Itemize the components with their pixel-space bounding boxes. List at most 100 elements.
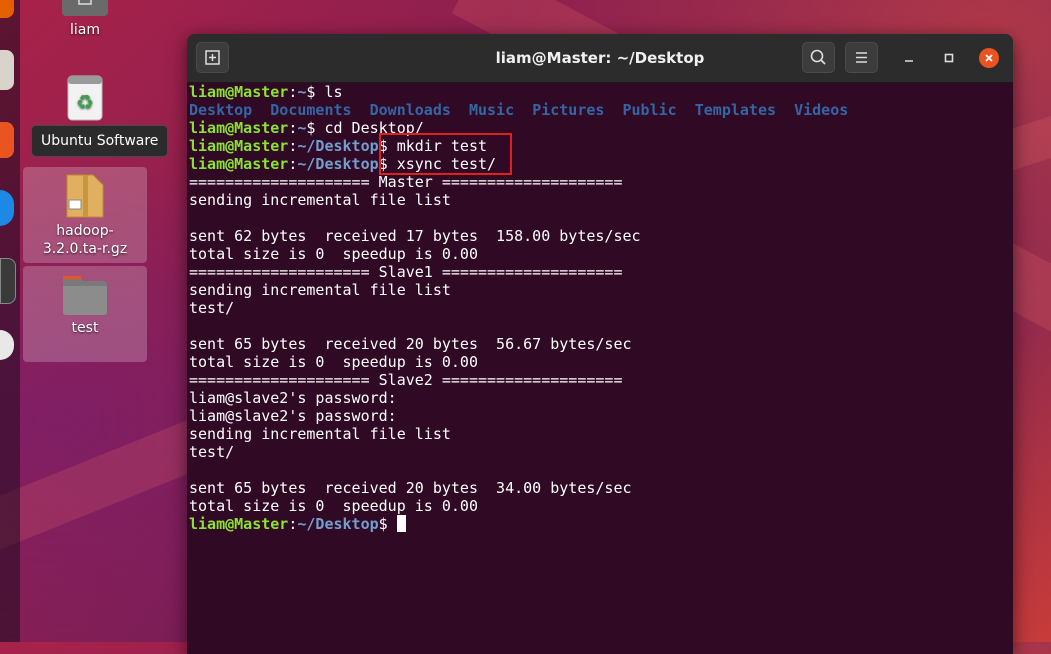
terminal-text: total size is 0 speedup is 0.00 [189,497,478,515]
home-folder-icon [62,0,108,16]
terminal-text: sending incremental file list [189,281,451,299]
minimize-icon [905,60,913,62]
terminal-text: Documents [270,101,352,119]
terminal-text: total size is 0 speedup is 0.00 [189,245,478,263]
terminal-text: total size is 0 speedup is 0.00 [189,353,478,371]
terminal-line: Desktop Documents Downloads Music Pictur… [189,101,1013,119]
archive-icon [66,174,104,218]
terminal-text: Public [622,101,677,119]
terminal-text: Music [468,101,515,119]
terminal-dock-icon[interactable] [0,258,16,304]
terminal-line: liam@Master:~/Desktop$ mkdir test [189,137,1013,155]
terminal-text: liam@Master [189,83,289,101]
help-icon[interactable] [0,190,14,226]
terminal-text: ==================== Slave1 ============… [189,263,623,281]
terminal-text: liam@slave2's password: [189,389,397,407]
terminal-text: $ ls [306,83,343,101]
terminal-text: liam@Master [189,515,289,533]
terminal-text: Pictures [532,101,605,119]
desktop-icon-test-folder[interactable]: test [23,266,147,362]
hamburger-icon [856,52,867,63]
terminal-line: sent 65 bytes received 20 bytes 56.67 by… [189,335,1013,353]
window-title: liam@Master: ~/Desktop [495,49,705,67]
text-cursor [396,515,406,532]
terminal-line: test/ [189,443,1013,461]
files-icon[interactable] [0,50,14,90]
terminal-text: sent 65 bytes received 20 bytes 34.00 by… [189,479,632,497]
terminal-text: Videos [794,101,849,119]
terminal-text: liam@Master [189,155,289,173]
search-icon [810,49,826,65]
maximize-button[interactable] [939,48,959,68]
terminal-text: liam@Master [189,119,289,137]
terminal-text: test/ [189,443,235,461]
terminal-line: sending incremental file list [189,425,1013,443]
terminal-line: ==================== Master ============… [189,173,1013,191]
annotation-highlight-box [379,133,512,175]
terminal-line: sending incremental file list [189,281,1013,299]
terminal-window[interactable]: liam@Master: ~/Desktop liam@Master:~$ ls… [187,34,1013,654]
terminal-text: ~/Desktop [297,137,379,155]
firefox-icon[interactable] [0,0,14,18]
terminal-line: liam@Master:~/Desktop$ xsync test/ [189,155,1013,173]
terminal-line: total size is 0 speedup is 0.00 [189,497,1013,515]
menu-button[interactable] [845,42,878,73]
terminal-text: $ [378,515,397,533]
desktop-icon-home[interactable]: liam [23,0,147,38]
terminal-line: liam@slave2's password: [189,407,1013,425]
terminal-line: liam@Master:~$ ls [189,83,1013,101]
disc-icon[interactable] [0,330,14,360]
terminal-line: total size is 0 speedup is 0.00 [189,353,1013,371]
desktop-icon-label: liam [70,22,100,38]
terminal-line: sending incremental file list [189,191,1013,209]
terminal-text: liam@Master [189,137,289,155]
terminal-text: ~/Desktop [297,515,379,533]
desktop-icon-archive[interactable]: hadoop-3.2.0.ta-r.gz [23,167,147,263]
terminal-line: test/ [189,299,1013,317]
terminal-text: Templates [694,101,777,119]
maximize-icon [944,53,954,63]
terminal-output[interactable]: liam@Master:~$ ls Desktop Documents Downl… [189,83,1013,654]
terminal-line: liam@Master:~/Desktop$ [189,515,1013,533]
terminal-line: ==================== Slave1 ============… [189,263,1013,281]
tooltip-ubuntu-software: Ubuntu Software [31,125,169,157]
close-icon [985,54,993,62]
minimize-button[interactable] [899,48,919,68]
terminal-text: ==================== Master ============… [189,173,623,191]
terminal-line: sent 62 bytes received 17 bytes 158.00 b… [189,227,1013,245]
close-button[interactable] [979,48,999,68]
terminal-text: Downloads [369,101,451,119]
desktop-icon-label: test [71,320,99,336]
desktop-icon-trash[interactable]: ♻ [23,74,147,126]
trash-icon: ♻ [67,75,103,121]
terminal-text: test/ [189,299,235,317]
terminal-line: sent 65 bytes received 20 bytes 34.00 by… [189,479,1013,497]
terminal-text: ~/Desktop [297,155,379,173]
terminal-text: Desktop [189,101,253,119]
terminal-line: total size is 0 speedup is 0.00 [189,245,1013,263]
svg-text:♻: ♻ [76,90,94,114]
terminal-text: sent 65 bytes received 20 bytes 56.67 by… [189,335,632,353]
terminal-text: liam@slave2's password: [189,407,397,425]
terminal-text: sending incremental file list [189,191,451,209]
search-button[interactable] [802,42,835,73]
terminal-titlebar[interactable]: liam@Master: ~/Desktop [187,34,1013,83]
terminal-text: sending incremental file list [189,425,451,443]
terminal-text: sent 62 bytes received 17 bytes 158.00 b… [189,227,641,245]
terminal-line: ==================== Slave2 ============… [189,371,1013,389]
terminal-text: ==================== Slave2 ============… [189,371,623,389]
folder-icon [63,276,107,315]
dock [0,0,20,642]
terminal-line: liam@Master:~$ cd Desktop/ [189,119,1013,137]
terminal-line: liam@slave2's password: [189,389,1013,407]
software-icon[interactable] [0,122,14,158]
